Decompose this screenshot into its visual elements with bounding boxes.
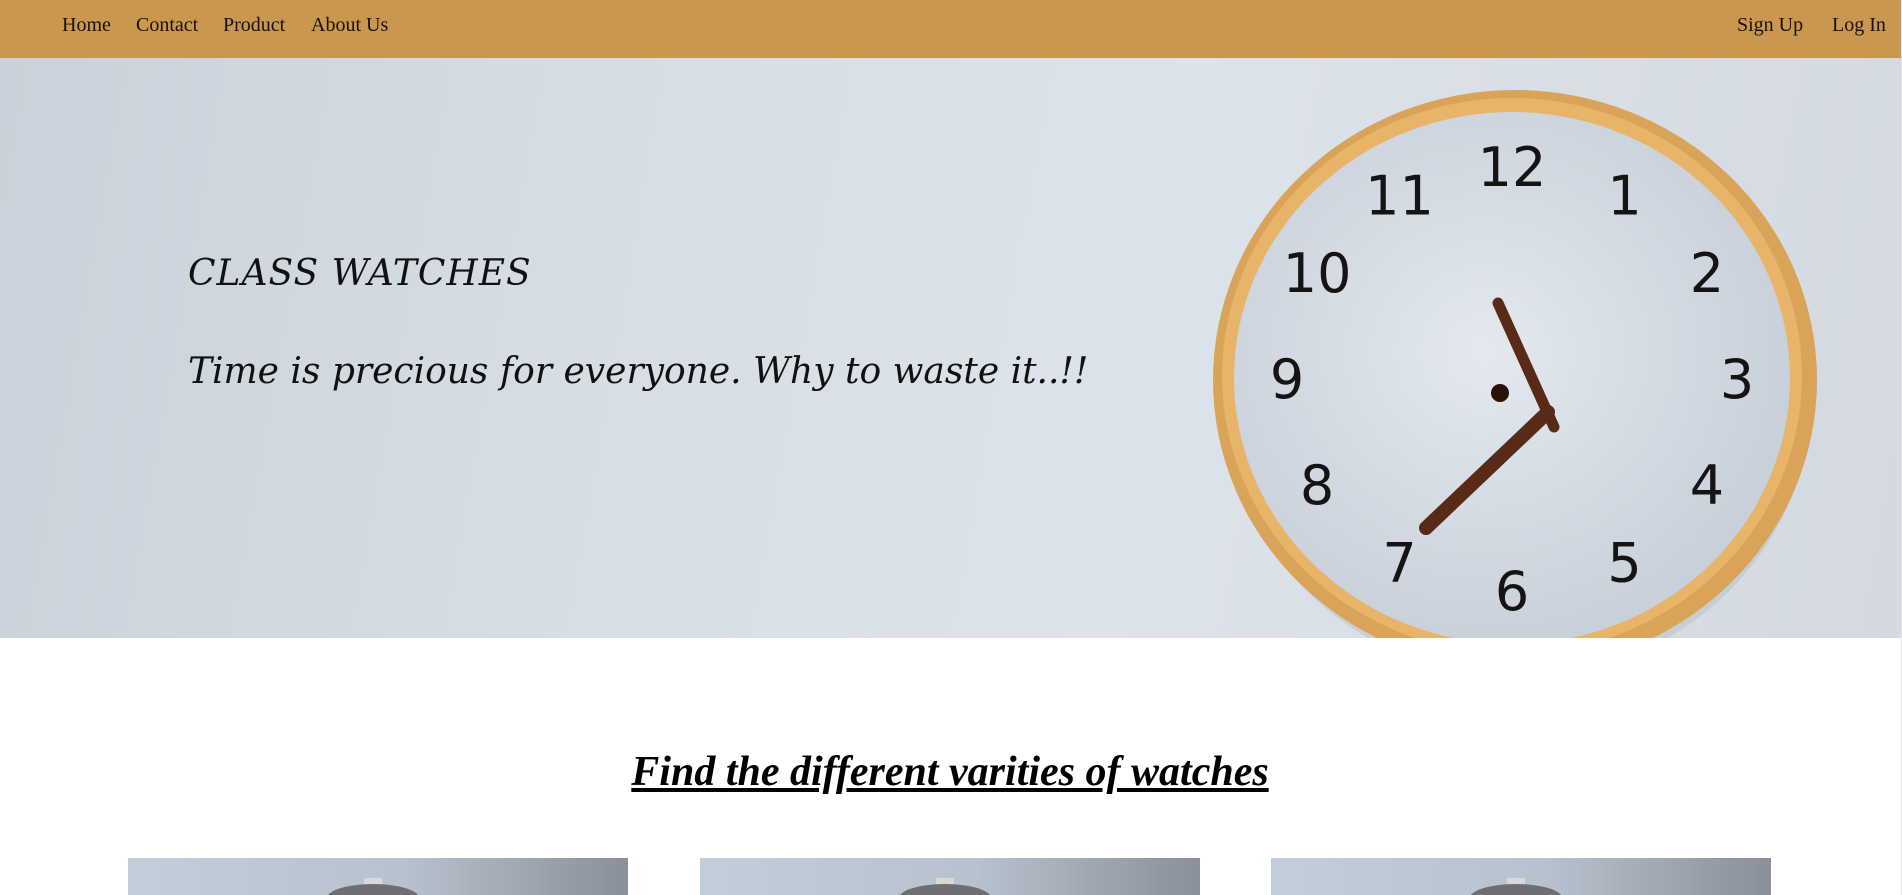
nav-about-link[interactable]: About Us (311, 14, 388, 37)
clock-numeral: 2 (1690, 242, 1724, 305)
nav-product-link[interactable]: Product (223, 14, 285, 37)
clock-numeral: 12 (1478, 136, 1547, 199)
hero-tagline: Time is precious for everyone. Why to wa… (188, 351, 1089, 392)
clock-numeral: 3 (1720, 348, 1754, 411)
clock-numeral: 5 (1607, 532, 1641, 595)
watch-crown-icon (1471, 878, 1561, 895)
hero-banner: CLASS WATCHES Time is precious for every… (0, 58, 1902, 638)
clock-numeral: 6 (1495, 560, 1529, 623)
product-card[interactable] (128, 858, 628, 895)
watch-crown-icon (900, 878, 990, 895)
clock-numeral: 8 (1300, 454, 1334, 517)
top-navbar: Home Contact Product About Us Sign Up Lo… (0, 0, 1902, 58)
wall-clock-image: 12 12 3 45 6 78 9 1011 (1213, 90, 1817, 638)
clock-numeral: 1 (1607, 164, 1641, 227)
product-card[interactable] (700, 858, 1200, 895)
section-heading: Find the different varities of watches (631, 749, 1269, 795)
nav-signup-link[interactable]: Sign Up (1737, 14, 1803, 37)
nav-home-link[interactable]: Home (62, 14, 111, 37)
nav-login-link[interactable]: Log In (1832, 14, 1886, 37)
clock-numeral: 7 (1382, 532, 1416, 595)
clock-numeral: 4 (1690, 454, 1724, 517)
watch-crown-icon (328, 878, 418, 895)
clock-numeral: 10 (1283, 242, 1352, 305)
clock-numeral: 9 (1270, 348, 1304, 411)
product-card[interactable] (1271, 858, 1771, 895)
clock-numeral: 11 (1365, 164, 1434, 227)
nav-contact-link[interactable]: Contact (136, 14, 198, 37)
hero-title: CLASS WATCHES (188, 253, 532, 294)
clock-center-pin (1491, 384, 1509, 402)
